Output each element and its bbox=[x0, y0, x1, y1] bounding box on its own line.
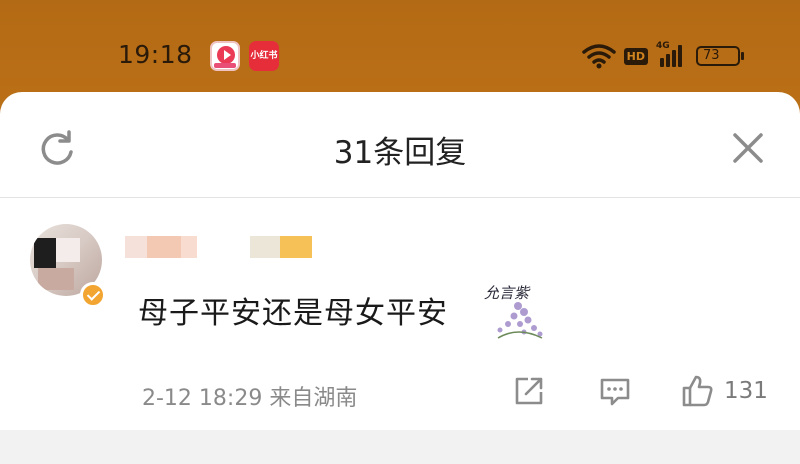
wifi-icon bbox=[581, 44, 616, 69]
battery-icon: 73 bbox=[696, 46, 744, 66]
verified-icon bbox=[80, 282, 106, 308]
sheet-header: 31条回复 bbox=[0, 92, 800, 198]
replies-sheet: 31条回复 母子平安还是母女平安 允言紫 2-12 18:29 来自湖南 131 bbox=[0, 92, 800, 464]
battery-level: 73 bbox=[703, 48, 720, 63]
sheet-title: 31条回复 bbox=[333, 135, 467, 171]
comment-meta: 2-12 18:29 来自湖南 bbox=[142, 386, 358, 411]
close-icon[interactable] bbox=[728, 128, 768, 168]
status-time: 19:18 bbox=[118, 40, 193, 69]
status-icons: HD 4G 73 bbox=[581, 40, 744, 72]
comment-text: 母子平安还是母女平安 bbox=[138, 296, 448, 331]
sticker-text: 允言紫 bbox=[484, 284, 531, 302]
like-count: 131 bbox=[724, 378, 768, 404]
share-icon[interactable] bbox=[512, 374, 546, 408]
like-icon[interactable] bbox=[680, 374, 714, 408]
comment-item: 母子平安还是母女平安 允言紫 2-12 18:29 来自湖南 131 bbox=[0, 212, 800, 432]
username-mosaic[interactable] bbox=[125, 236, 315, 260]
video-app-icon bbox=[210, 41, 240, 71]
signature-sticker: 允言紫 bbox=[484, 284, 543, 339]
hd-icon: HD bbox=[623, 47, 648, 65]
bottom-divider bbox=[0, 430, 800, 464]
signal-icon: 4G bbox=[656, 41, 684, 67]
reply-icon[interactable] bbox=[598, 374, 632, 408]
status-bar: 19:18 小红书 HD 4G 73 bbox=[0, 0, 800, 100]
xiaohongshu-app-icon: 小红书 bbox=[249, 41, 279, 71]
